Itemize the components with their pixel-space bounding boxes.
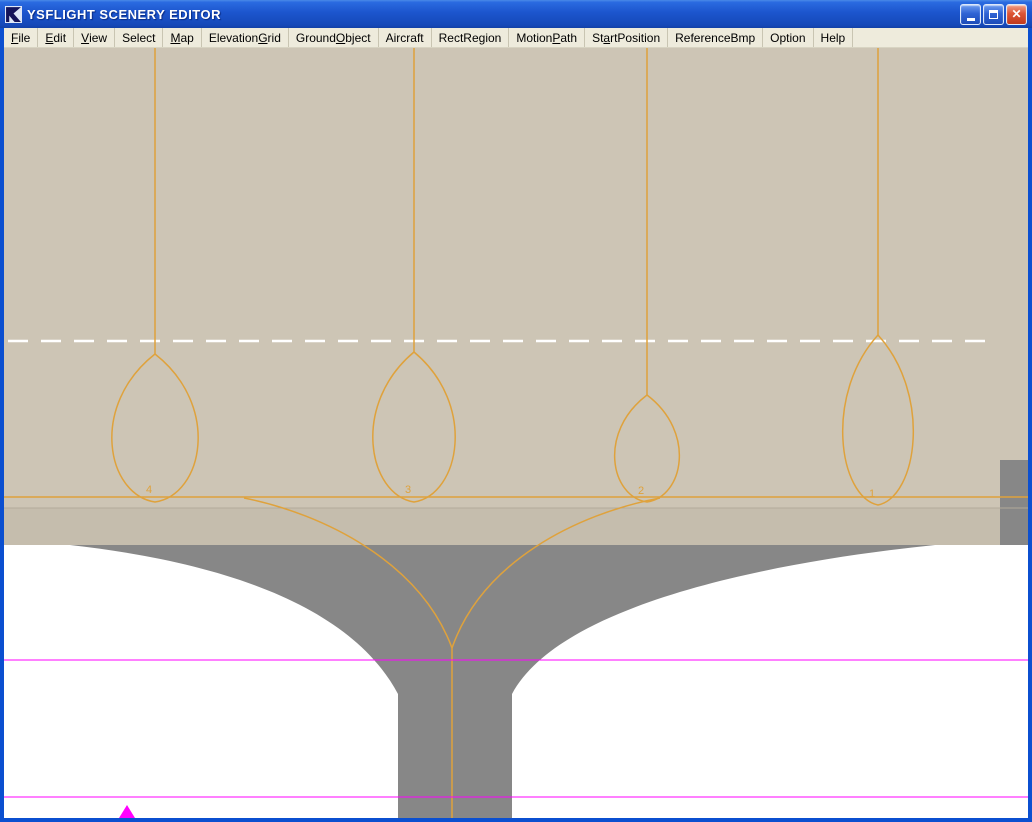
menu-item-option[interactable]: Option	[763, 28, 814, 47]
loop-number-3: 3	[405, 484, 411, 496]
apron-edge-strip	[4, 508, 1028, 545]
canvas-area[interactable]: 4 3 2 1	[4, 48, 1028, 818]
menu-item-edit[interactable]: Edit	[38, 28, 75, 47]
apron-area	[4, 48, 1028, 508]
close-icon: ✕	[1011, 7, 1022, 21]
menu-item-help[interactable]: Help	[814, 28, 854, 47]
minimize-icon	[966, 13, 975, 21]
menu-bar: File Edit View Select Map Elevation Grid Ground…	[4, 28, 1028, 48]
title-bar[interactable]: YSFLIGHT SCENERY EDITOR ✕	[0, 0, 1032, 28]
menu-item-map[interactable]: Map	[163, 28, 202, 47]
taxiway-right-stub	[1000, 460, 1028, 545]
app-icon	[5, 5, 22, 23]
app-window: YSFLIGHT SCENERY EDITOR ✕ File Edit View Se…	[0, 0, 1032, 822]
menu-item-groundobject[interactable]: Ground Object	[289, 28, 379, 47]
menu-item-select[interactable]: Select	[115, 28, 164, 47]
maximize-icon	[989, 9, 998, 19]
menu-item-rectregion[interactable]: RectRegion	[432, 28, 510, 47]
menu-item-file[interactable]: File	[4, 28, 39, 47]
maximize-button[interactable]	[983, 3, 1004, 25]
window-controls: ✕	[960, 3, 1027, 25]
minimize-button[interactable]	[960, 3, 981, 25]
menu-item-referencebmp[interactable]: ReferenceBmp	[668, 28, 764, 47]
menu-item-motionpath[interactable]: Motion Path	[509, 28, 586, 47]
menu-item-startposition[interactable]: St a rtPosition	[585, 28, 669, 47]
menu-item-aircraft[interactable]: Aircraft	[379, 28, 432, 47]
scenery-canvas[interactable]: 4 3 2 1	[4, 48, 1028, 818]
menu-item-elevationgrid[interactable]: Elevation Grid	[202, 28, 289, 47]
loop-number-1: 1	[869, 488, 875, 500]
close-button[interactable]: ✕	[1006, 3, 1027, 25]
menu-item-view[interactable]: View	[74, 28, 116, 47]
window-title: YSFLIGHT SCENERY EDITOR	[27, 6, 222, 22]
loop-number-2: 2	[638, 485, 644, 497]
loop-number-4: 4	[146, 484, 152, 496]
